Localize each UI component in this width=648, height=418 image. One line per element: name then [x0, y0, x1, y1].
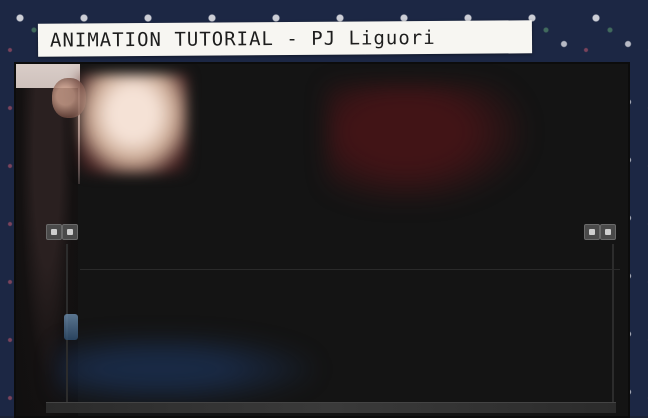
- left-control-button[interactable]: [46, 224, 62, 240]
- bright-blur: [78, 74, 188, 174]
- control-icon: [589, 229, 595, 235]
- control-icon: [67, 229, 73, 235]
- control-icon: [605, 229, 611, 235]
- title-strip: ANIMATION TUTORIAL - PJ Liguori: [37, 20, 533, 57]
- panel-divider: [80, 269, 620, 270]
- red-blur: [326, 84, 526, 204]
- screen-photo: [14, 62, 630, 418]
- timeline-bar[interactable]: [46, 402, 616, 413]
- title-text: ANIMATION TUTORIAL - PJ Liguori: [49, 26, 436, 52]
- right-control-button[interactable]: [584, 224, 600, 240]
- right-track-line: [612, 244, 614, 404]
- left-control-button-2[interactable]: [62, 224, 78, 240]
- right-control-button-2[interactable]: [600, 224, 616, 240]
- blue-blur: [56, 334, 316, 404]
- playhead-handle[interactable]: [64, 314, 78, 340]
- control-icon: [51, 229, 57, 235]
